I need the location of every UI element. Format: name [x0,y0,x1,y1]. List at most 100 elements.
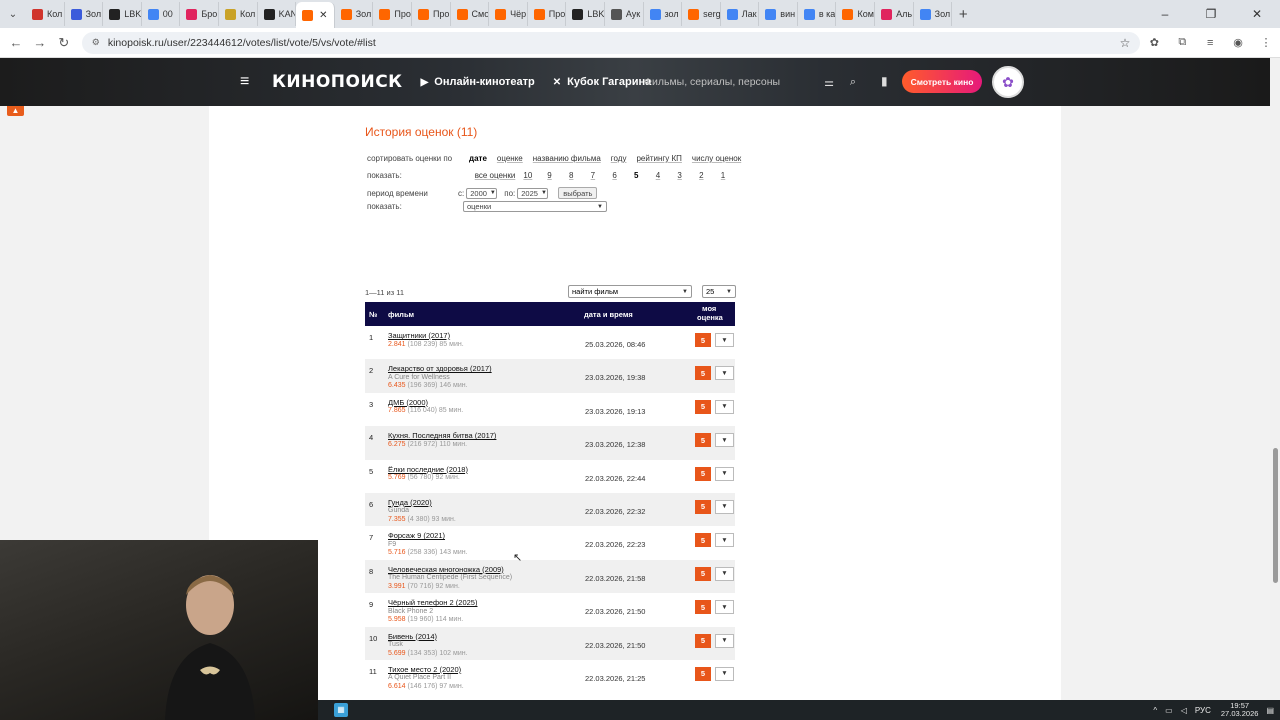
browser-tab[interactable]: зол [644,2,683,26]
tab-search-chevron-icon[interactable]: ⌄ [0,9,26,20]
browser-tab[interactable]: Аук [605,2,644,26]
rating-filter-link[interactable]: 5 [625,171,647,180]
to-year-select[interactable]: 2025 ▼ [517,187,549,199]
sort-option[interactable]: названию фильма [533,154,601,163]
rating-filter-link[interactable]: 7 [582,171,604,180]
film-title-link[interactable]: Лекарство от здоровья (2017) [388,365,492,374]
kinopoisk-logo[interactable]: КИНОПОИСК [272,72,403,92]
my-rating-badge[interactable]: 5 [695,533,711,548]
kp-search-input[interactable]: Фильмы, сериалы, персоны ⚌ ⌕ [636,71,864,93]
chevron-down-icon[interactable]: ▼ [715,666,734,681]
my-rating-badge[interactable]: 5 [695,466,711,481]
my-rating-badge[interactable]: 5 [695,600,711,615]
site-info-icon[interactable]: ⚙ [92,37,100,48]
chevron-down-icon[interactable]: ▼ [715,533,734,548]
browser-tab[interactable]: Смо [451,2,490,26]
language-indicator[interactable]: РУС [1195,706,1211,715]
rating-filter-link[interactable]: 1 [712,171,734,180]
chevron-down-icon[interactable]: ▼ [715,633,734,648]
rating-filter-link[interactable]: 4 [647,171,669,180]
minimize-icon[interactable]: – [1142,7,1188,21]
sort-option[interactable]: рейтингу КП [636,154,681,163]
chevron-down-icon[interactable]: ▼ [715,433,734,448]
browser-tab[interactable]: Про [412,2,451,26]
rating-filter-link[interactable]: 10 [517,171,539,180]
browser-tab[interactable]: LBK [103,2,142,26]
search-icon[interactable]: ⌕ [850,76,856,89]
rating-filter-link[interactable]: все оценки [473,171,517,180]
my-rating-badge[interactable]: 5 [695,633,711,648]
film-title-link[interactable]: Кухня. Последняя битва (2017) [388,432,496,441]
browser-tab[interactable]: serg [682,2,721,26]
clock[interactable]: 19:57 27.03.2026 [1221,701,1259,719]
browser-tab[interactable]: Лак [721,2,760,26]
browser-tab[interactable]: Кол [219,2,258,26]
rating-filter-link[interactable]: 3 [669,171,691,180]
my-rating-badge[interactable]: 5 [695,399,711,414]
my-rating-badge[interactable]: 5 [695,566,711,581]
browser-tab[interactable]: Бро [180,2,219,26]
scrollbar-thumb[interactable] [1273,448,1278,583]
sort-option[interactable]: числу оценок [692,154,741,163]
rating-filter-link[interactable]: 2 [691,171,713,180]
chevron-down-icon[interactable]: ▼ [715,333,734,347]
profile-icon[interactable]: ◉ [1224,36,1252,49]
browser-tab[interactable]: Зол [335,2,374,26]
sort-option[interactable]: оценке [497,154,523,163]
extension-icon[interactable]: ✿ [1140,36,1168,49]
rating-filter-link[interactable]: 8 [560,171,582,180]
browser-tab[interactable]: Зол [65,2,104,26]
sort-option[interactable]: дате [469,154,487,163]
browser-tab[interactable]: LBK [566,2,605,26]
rating-filter-link[interactable]: 9 [539,171,561,180]
new-tab-button[interactable]: + [952,6,974,23]
from-year-select[interactable]: 2000 ▼ [466,187,498,199]
film-title-link[interactable]: Защитники (2017) [388,331,464,341]
taskbar-app-icon[interactable]: ▦ [334,703,348,717]
browser-tab[interactable]: Зол [914,2,953,26]
notifications-icon[interactable]: ▤ [1266,706,1274,715]
chevron-down-icon[interactable]: ▼ [715,499,734,514]
chevron-down-icon[interactable]: ▼ [715,366,734,381]
per-page-select-top[interactable]: 25 ▼ [702,285,736,298]
film-title-link[interactable]: Человеческая многоножка (2009) [388,565,512,575]
page-scrollbar[interactable] [1270,58,1280,700]
chevron-down-icon[interactable]: ▼ [715,466,734,481]
browser-tab[interactable]: вин [759,2,798,26]
browser-tab[interactable]: Про [528,2,567,26]
film-title-link[interactable]: Чёрный телефон 2 (2025) [388,599,477,608]
scroll-up-icon[interactable]: ▲ [7,106,24,116]
forward-arrow-icon[interactable]: → [28,35,52,50]
close-tab-icon[interactable]: ✕ [319,10,327,21]
reading-list-icon[interactable]: ≡ [1196,37,1224,49]
avatar[interactable]: ✿ [992,66,1024,98]
film-title-link[interactable]: ДМБ (2000) [388,398,463,408]
sort-option[interactable]: году [611,154,627,163]
filter-sliders-icon[interactable]: ⚌ [824,76,834,89]
show-type-select[interactable]: оценки ▼ [463,201,607,212]
my-rating-badge[interactable]: 5 [695,499,711,514]
film-title-link[interactable]: Тихое место 2 (2020) [388,665,464,675]
bookmark-star-icon[interactable]: ☆ [1120,36,1131,50]
film-title-link[interactable]: Ёлки последние (2018) [388,465,468,475]
chevron-down-icon[interactable]: ▼ [715,399,734,414]
browser-tab[interactable]: Аль [875,2,914,26]
restore-icon[interactable]: ❐ [1188,7,1234,21]
nav-online-cinema[interactable]: ▶ Онлайн-кинотеатр [421,76,535,88]
find-film-select[interactable]: найти фильм ▼ [568,285,692,298]
film-title-link[interactable]: Гунда (2020) [388,498,456,508]
close-window-icon[interactable]: ✕ [1234,7,1280,21]
browser-tab[interactable]: Про [373,2,412,26]
chevron-down-icon[interactable]: ▼ [715,566,734,581]
my-rating-badge[interactable]: 5 [695,333,711,347]
puzzle-extensions-icon[interactable]: ⧉ [1168,36,1196,49]
browser-tab[interactable]: Кол [26,2,65,26]
film-title-link[interactable]: Бивень (2014) [388,632,468,642]
address-bar[interactable]: ⚙ kinopoisk.ru/user/223444612/votes/list… [81,31,1141,54]
menu-burger-icon[interactable]: ≡ [240,73,254,91]
select-period-button[interactable]: выбрать [558,187,598,199]
my-rating-badge[interactable]: 5 [695,366,711,381]
rating-filter-link[interactable]: 6 [604,171,626,180]
back-arrow-icon[interactable]: ← [4,35,28,50]
tray-chevron-icon[interactable]: ^ [1153,706,1157,715]
